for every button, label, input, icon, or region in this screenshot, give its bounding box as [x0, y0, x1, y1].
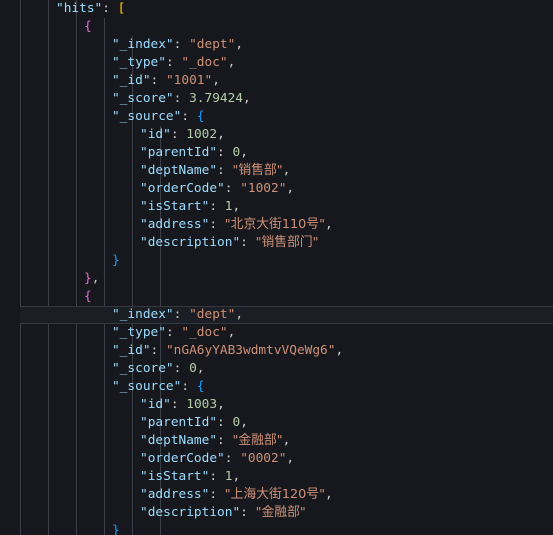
code-line[interactable]: "_id": "nGA6yYAB3wdmtvVQeWg6", [0, 342, 553, 360]
code-line[interactable]: { [0, 288, 553, 306]
code-line[interactable]: "deptName": "销售部", [0, 162, 553, 180]
code-line[interactable]: "id": 1002, [0, 126, 553, 144]
code-line[interactable]: "parentId": 0, [0, 414, 553, 432]
code-line[interactable]: "_source": { [0, 378, 553, 396]
code-line[interactable]: "description": "销售部门" [0, 234, 553, 252]
code-line[interactable]: } [0, 522, 553, 535]
code-line[interactable]: "_score": 3.79424, [0, 90, 553, 108]
code-line[interactable]: "isStart": 1, [0, 198, 553, 216]
code-line[interactable]: "hits": [ [0, 0, 553, 18]
code-line[interactable]: "id": 1003, [0, 396, 553, 414]
code-line[interactable]: "isStart": 1, [0, 468, 553, 486]
code-line[interactable]: "address": "上海大街120号", [0, 486, 553, 504]
code-line[interactable]: "orderCode": "0002", [0, 450, 553, 468]
code-line[interactable]: "_type": "_doc", [0, 54, 553, 72]
code-line[interactable]: } [0, 252, 553, 270]
code-line[interactable]: "_index": "dept", [0, 36, 553, 54]
code-line[interactable]: }, [0, 270, 553, 288]
code-content[interactable]: "hits": [{"_index": "dept", "_type": "_do… [0, 0, 553, 535]
code-line[interactable]: { [0, 18, 553, 36]
code-line[interactable]: "_id": "1001", [0, 72, 553, 90]
code-line[interactable]: "_index": "dept", [0, 306, 553, 324]
json-editor[interactable]: "hits": [{"_index": "dept", "_type": "_do… [0, 0, 553, 535]
code-line[interactable]: "parentId": 0, [0, 144, 553, 162]
code-line[interactable]: "_score": 0, [0, 360, 553, 378]
code-line[interactable]: "deptName": "金融部", [0, 432, 553, 450]
code-line[interactable]: "description": "金融部" [0, 504, 553, 522]
code-line[interactable]: "address": "北京大街110号", [0, 216, 553, 234]
code-line[interactable]: "_type": "_doc", [0, 324, 553, 342]
code-line[interactable]: "orderCode": "1002", [0, 180, 553, 198]
code-line[interactable]: "_source": { [0, 108, 553, 126]
